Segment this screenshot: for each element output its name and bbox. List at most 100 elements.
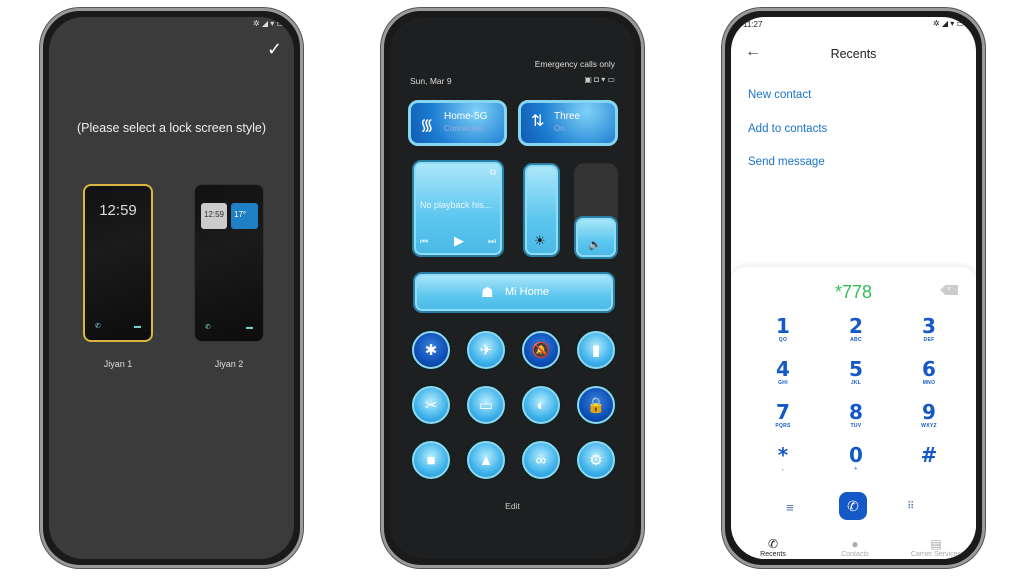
key-0[interactable]: 0 + (826, 444, 886, 472)
media-player-tile[interactable]: ⧉ No playback his... ⏮ ▶ ⏭ (412, 160, 504, 257)
key-#[interactable]: # (899, 444, 959, 466)
key-letters: , (782, 466, 784, 472)
volume-slider[interactable]: 🔈 (574, 163, 618, 259)
clock-widget: 12:59 (201, 203, 227, 229)
menu-icon[interactable]: ≡ (786, 500, 794, 515)
brightness-icon: ☀ (534, 233, 546, 248)
style-option-jiyan-1[interactable]: 12:59 ✆ ▬ (83, 184, 153, 342)
key-9[interactable]: 9 WXYZ (899, 401, 959, 429)
key-4[interactable]: 4 GHI (753, 358, 813, 386)
person-icon: ● (851, 537, 859, 551)
screen: 11:27 ✲ ◢ ▾ ▭ ← Recents New contact Add … (731, 17, 976, 559)
camera-icon: ▬ (134, 323, 141, 330)
screenshot-toggle[interactable]: ✂ (412, 386, 450, 424)
status-icons: ✲ ◢ ▾ ▭ (932, 19, 964, 28)
phone-icon: ✆ (95, 323, 101, 330)
key-5[interactable]: 5 JKL (826, 358, 886, 386)
checkmark-icon[interactable]: ✓ (267, 39, 282, 60)
cast-icon: ▲ (478, 451, 494, 469)
settings-toggle[interactable]: ⚙ (577, 441, 615, 479)
mute-toggle[interactable]: 🔕 (522, 331, 560, 369)
screenshot-icon: ✂ (424, 397, 438, 414)
cast-icon[interactable]: ⧉ (490, 167, 496, 178)
volume-fill: 🔈 (574, 215, 618, 259)
link-icon: ∞ (535, 451, 547, 469)
key-*[interactable]: *, (753, 444, 813, 472)
mobile-status: On (554, 124, 565, 133)
carrier-name: Three (554, 111, 581, 122)
dialpad: *778 × 1 QO 2 ABC 3 DEF 4 GHI 5 JKL 6 MNO 7 PQRS 8 TUV 9… (731, 267, 976, 559)
play-icon[interactable]: ▶ (454, 233, 464, 249)
mobile-data-tile[interactable]: ⇅ Three On (518, 100, 618, 146)
airplane-toggle[interactable]: ✈ (467, 331, 505, 369)
flashlight-toggle[interactable]: ▮ (577, 331, 615, 369)
mi-home-icon: ☗ (481, 284, 494, 300)
screen: Emergency calls only Sun, Mar 9 ▣ ◘ ▾ ▭ … (390, 17, 635, 559)
send-message-link[interactable]: Send message (748, 156, 825, 168)
style-label: Jiyan 1 (103, 359, 133, 369)
store-icon: ▤ (930, 537, 942, 551)
battery-saver-toggle[interactable]: ▭ (467, 386, 505, 424)
wifi-tile[interactable]: ᯾ Home-5G Connected (408, 100, 507, 146)
wifi-name: Home-5G (444, 111, 488, 122)
key-digit: 7 (776, 400, 790, 424)
nav-label: Contacts (841, 551, 869, 558)
key-8[interactable]: 8 TUV (826, 401, 886, 429)
key-letters: TUV (850, 423, 862, 429)
dark-mode-icon: ◐ (536, 396, 546, 414)
previous-icon[interactable]: ⏮ (420, 236, 428, 247)
bluetooth-icon: ✱ (424, 342, 438, 359)
key-digit: 4 (776, 357, 790, 381)
key-digit: 2 (849, 314, 863, 338)
preview-time: 12:59 (99, 202, 137, 219)
emergency-text: Emergency calls only (534, 59, 615, 69)
status-icons: ✲ ◢ ▾ ▭ (252, 19, 284, 28)
screen-record-toggle[interactable]: ■ (412, 441, 450, 479)
key-digit: # (920, 443, 938, 467)
next-icon[interactable]: ⏭ (488, 236, 496, 247)
dark-mode-toggle[interactable]: ◐ (522, 386, 560, 424)
key-digit: 1 (776, 314, 790, 338)
key-7[interactable]: 7 PQRS (753, 401, 813, 429)
key-digit: 3 (922, 314, 936, 338)
weather-widget: 17° (231, 203, 258, 229)
key-1[interactable]: 1 QO (753, 315, 813, 343)
key-3[interactable]: 3 DEF (899, 315, 959, 343)
nav-label: Recents (760, 551, 786, 558)
rotation-lock-toggle[interactable]: 🔒 (577, 386, 615, 424)
airplane-icon: ✈ (479, 342, 493, 359)
mi-home-label: Mi Home (505, 286, 550, 298)
bluetooth-toggle[interactable]: ✱ (412, 331, 450, 369)
key-6[interactable]: 6 MNO (899, 358, 959, 386)
key-digit: 5 (849, 357, 863, 381)
page-title: Recents (830, 47, 877, 61)
mute-icon: 🔕 (531, 342, 551, 359)
key-digit: 0 (849, 443, 863, 467)
nav-contacts[interactable]: ● Contacts (815, 537, 895, 558)
key-letters: JKL (850, 380, 862, 386)
call-button[interactable]: ✆ (839, 492, 867, 520)
status-time: 11:27 (743, 20, 763, 29)
key-2[interactable]: 2 ABC (826, 315, 886, 343)
phone-icon: ✆ (767, 537, 779, 551)
key-letters: ABC (850, 337, 862, 343)
key-letters: PQRS (775, 423, 791, 429)
wifi-status: Connected (444, 124, 483, 133)
nav-recents[interactable]: ✆ Recents (733, 537, 813, 558)
phone-icon: ✆ (205, 324, 211, 331)
brightness-slider[interactable]: ☀ (523, 163, 560, 257)
add-to-contacts-link[interactable]: Add to contacts (748, 123, 827, 135)
phone-control-center: Emergency calls only Sun, Mar 9 ▣ ◘ ▾ ▭ … (381, 8, 644, 568)
edit-button[interactable]: Edit (390, 501, 635, 511)
volume-icon: 🔈 (588, 239, 602, 251)
cast-toggle[interactable]: ▲ (467, 441, 505, 479)
keypad-icon[interactable]: ⠿ (907, 501, 914, 512)
phone-dialer: 11:27 ✲ ◢ ▾ ▭ ← Recents New contact Add … (722, 8, 985, 568)
style-option-jiyan-2[interactable]: 12:59 17° ✆ ▬ (194, 184, 264, 342)
nav-carrier-services[interactable]: ▤ Carrier Services (896, 537, 976, 558)
key-letters: + (854, 466, 858, 472)
status-icons: ▣ ◘ ▾ ▭ (584, 75, 615, 84)
mi-home-button[interactable]: ☗ Mi Home (413, 272, 615, 313)
new-contact-link[interactable]: New contact (748, 89, 811, 101)
link-toggle[interactable]: ∞ (522, 441, 560, 479)
